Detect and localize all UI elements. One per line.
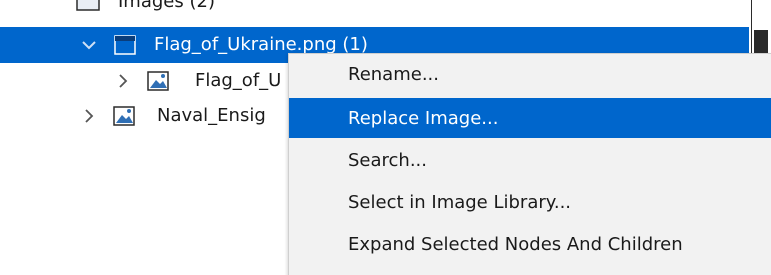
menu-item-label: Replace Image...	[348, 107, 499, 129]
menu-item-label: Select in Image Library...	[348, 191, 572, 213]
tree-row-label: Naval_Ensig	[157, 105, 266, 126]
vertical-scrollbar[interactable]	[751, 0, 771, 60]
image-icon	[114, 35, 136, 55]
chevron-down-icon[interactable]	[82, 37, 96, 53]
image-icon	[113, 106, 135, 126]
tree-row-label: Images (2)	[118, 0, 215, 12]
menu-item-search[interactable]: Search...	[289, 140, 771, 180]
context-menu: Rename... Replace Image... Search... Sel…	[288, 53, 771, 275]
menu-item-select-in-image-library[interactable]: Select in Image Library...	[289, 182, 771, 222]
folder-icon	[76, 0, 100, 12]
menu-item-expand-selected-nodes[interactable]: Expand Selected Nodes And Children	[289, 224, 771, 264]
tree-row-label: Flag_of_U	[195, 70, 282, 91]
menu-item-label: Expand Selected Nodes And Children	[348, 233, 683, 255]
tree-row-images[interactable]: Images (2)	[0, 0, 771, 20]
chevron-right-icon[interactable]	[82, 108, 96, 124]
menu-item-rename[interactable]: Rename...	[289, 54, 771, 94]
menu-item-label: Search...	[348, 149, 428, 171]
menu-item-replace-image[interactable]: Replace Image...	[289, 98, 771, 138]
menu-item-label: Rename...	[348, 63, 439, 85]
chevron-right-icon[interactable]	[116, 73, 130, 89]
image-icon	[147, 71, 169, 91]
